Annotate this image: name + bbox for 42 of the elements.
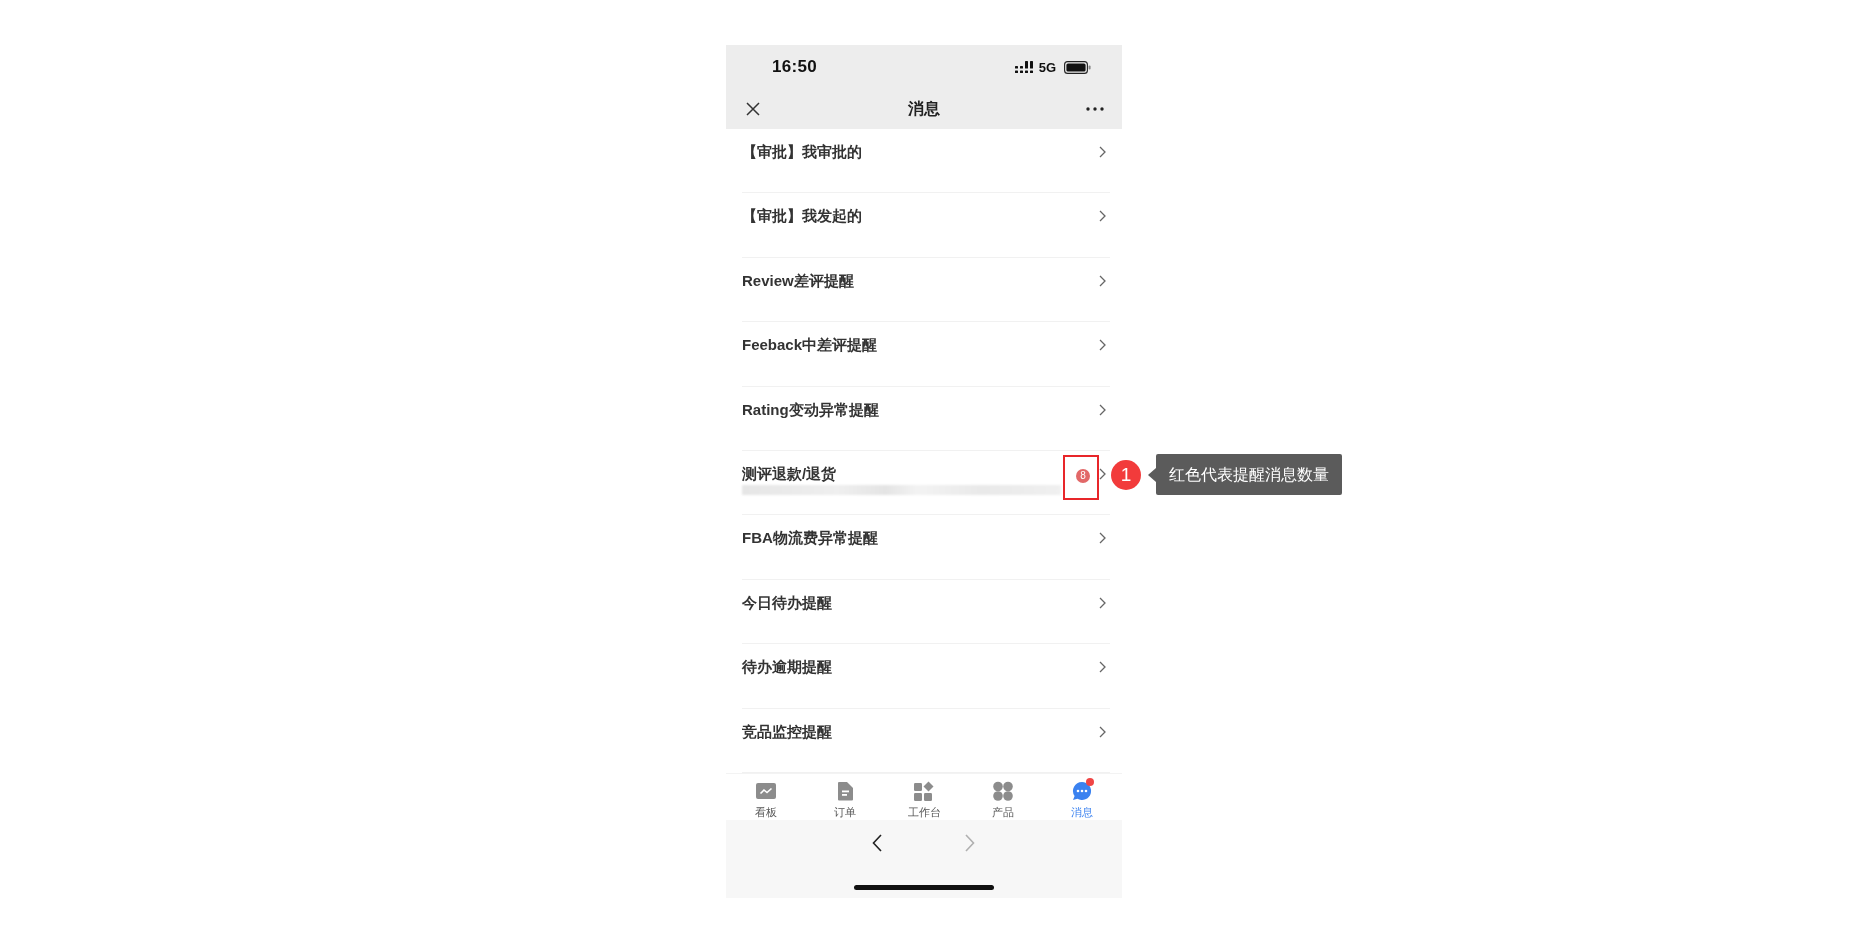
message-item[interactable]: 【审批】我发起的 <box>742 193 1110 258</box>
message-item[interactable]: FBA物流费异常提醒 <box>742 515 1110 580</box>
message-item[interactable]: 今日待办提醒 <box>742 579 1110 645</box>
message-item[interactable]: 【审批】我审批的 <box>742 129 1110 194</box>
chevron-right-icon <box>1099 210 1106 223</box>
message-item[interactable]: 测评退款/退货 8 <box>742 450 1110 516</box>
message-item[interactable]: 竞品监控提醒 <box>742 708 1110 773</box>
network-label: 5G <box>1038 59 1056 75</box>
tab[interactable]: 看板 <box>726 773 806 820</box>
chevron-left-icon <box>871 833 882 852</box>
message-item[interactable]: Review差评提醒 <box>742 257 1110 323</box>
chevron-right-icon <box>1099 274 1106 287</box>
chevron-right-icon <box>1099 467 1106 480</box>
close-button[interactable] <box>744 100 762 118</box>
chevron-right-icon <box>1099 403 1106 416</box>
chevron-right-icon <box>1099 661 1106 674</box>
tab[interactable]: 订单 <box>805 773 885 820</box>
callout-number: 1 <box>1111 459 1141 490</box>
tab[interactable]: 消息 <box>1042 773 1122 820</box>
battery-icon <box>1064 60 1091 74</box>
annotation-tooltip: 红色代表提醒消息数量 <box>1148 454 1342 495</box>
chart-icon <box>754 780 777 801</box>
chevron-right-icon <box>1099 596 1106 609</box>
chat-bubble-icon <box>1071 780 1094 801</box>
chevron-right-icon <box>1099 532 1106 545</box>
chevron-right-icon <box>964 833 975 852</box>
unread-badge: 8 <box>1076 468 1090 483</box>
message-item[interactable]: Feeback中差评提醒 <box>742 322 1110 387</box>
signal-icon <box>1014 61 1033 73</box>
more-icon <box>1086 107 1104 111</box>
message-item[interactable]: 待办逾期提醒 <box>742 644 1110 709</box>
close-icon <box>746 102 760 116</box>
chevron-right-icon <box>1099 725 1106 738</box>
tab[interactable]: 工作台 <box>884 773 964 820</box>
chevron-right-icon <box>1099 339 1106 352</box>
grid-icon <box>913 780 935 801</box>
status-time: 16:50 <box>772 57 817 77</box>
circles-icon <box>992 780 1015 801</box>
message-item[interactable]: Rating变动异常提醒 <box>742 386 1110 451</box>
chevron-right-icon <box>1099 146 1106 158</box>
tab[interactable]: 产品 <box>963 773 1043 820</box>
header-title: 消息 <box>908 98 940 119</box>
